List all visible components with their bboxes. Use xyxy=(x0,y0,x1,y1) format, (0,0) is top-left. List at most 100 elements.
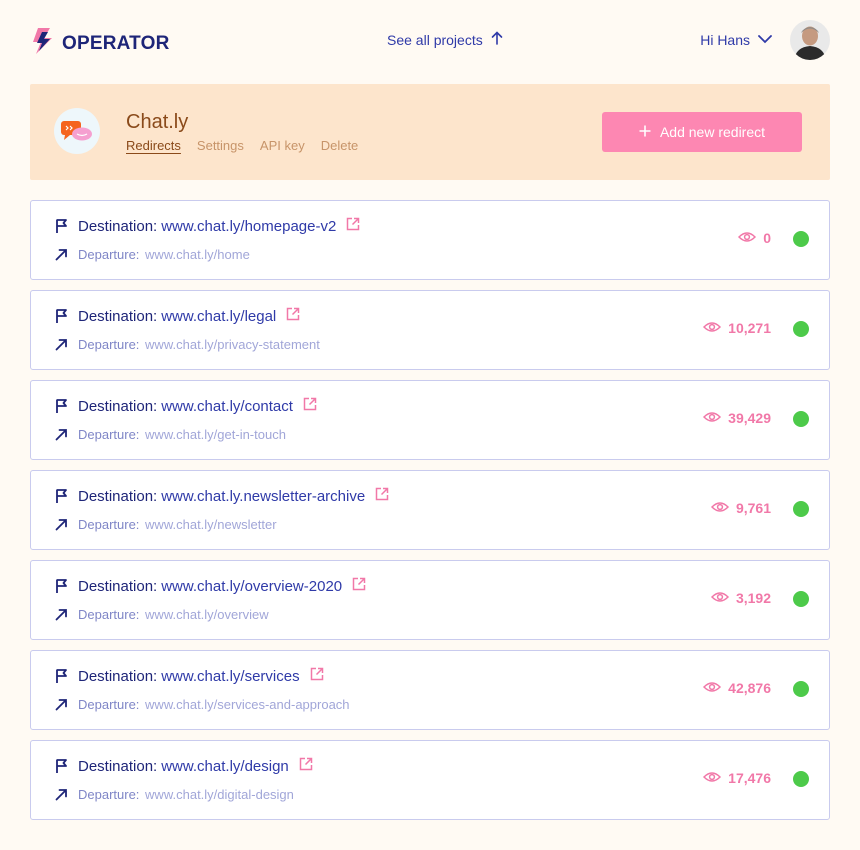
project-panel: Chat.ly Redirects Settings API key Delet… xyxy=(30,84,830,180)
view-count: 17,476 xyxy=(703,770,771,786)
add-new-redirect-label: Add new redirect xyxy=(659,124,766,140)
destination-label: Destination: xyxy=(78,217,158,235)
redirect-card[interactable]: Destination: www.chat.ly/homepage-v2 Dep… xyxy=(30,200,830,280)
departure-label: Departure: xyxy=(78,787,140,802)
external-link-icon[interactable] xyxy=(365,487,389,505)
departure-url: www.chat.ly/services-and-approach xyxy=(145,697,350,712)
brand-name: OPERATOR xyxy=(62,32,170,54)
arrow-up-icon xyxy=(491,31,503,48)
plus-icon xyxy=(639,124,651,140)
departure-url: www.chat.ly/privacy-statement xyxy=(145,337,320,352)
departure-url: www.chat.ly/newsletter xyxy=(145,517,277,532)
departure: Departure: www.chat.ly/digital-design xyxy=(78,787,294,802)
see-all-projects-label: See all projects xyxy=(387,31,483,48)
departure-label: Departure: xyxy=(78,607,140,622)
top-bar: OPERATOR See all projects Hi Hans xyxy=(30,18,830,62)
departure-label: Departure: xyxy=(78,697,140,712)
status-dot xyxy=(793,321,809,337)
destination-label: Destination: xyxy=(78,307,158,325)
status-dot xyxy=(793,771,809,787)
departure: Departure: www.chat.ly/overview xyxy=(78,607,269,622)
departure-url: www.chat.ly/get-in-touch xyxy=(145,427,286,442)
destination: Destination: www.chat.ly/legal xyxy=(78,307,300,325)
external-link-icon[interactable] xyxy=(336,217,360,235)
destination: Destination: www.chat.ly/contact xyxy=(78,397,317,415)
departure: Departure: www.chat.ly/services-and-appr… xyxy=(78,697,350,712)
status-dot xyxy=(793,231,809,247)
destination: Destination: www.chat.ly/homepage-v2 xyxy=(78,217,360,235)
destination: Destination: www.chat.ly/services xyxy=(78,667,324,685)
user-menu[interactable]: Hi Hans xyxy=(700,20,830,60)
redirect-card[interactable]: Destination: www.chat.ly/contact Departu… xyxy=(30,380,830,460)
status-dot xyxy=(793,591,809,607)
view-count-value: 39,429 xyxy=(728,410,771,426)
departure: Departure: www.chat.ly/get-in-touch xyxy=(78,427,286,442)
external-link-icon[interactable] xyxy=(276,307,300,325)
eye-icon xyxy=(703,680,722,696)
tab-redirects[interactable]: Redirects xyxy=(126,138,181,153)
destination: Destination: www.chat.ly/design xyxy=(78,757,313,775)
external-link-icon[interactable] xyxy=(300,667,324,685)
brand[interactable]: OPERATOR xyxy=(30,26,170,61)
external-link-icon[interactable] xyxy=(289,757,313,775)
eye-icon xyxy=(703,770,722,786)
status-dot xyxy=(793,501,809,517)
user-greeting[interactable]: Hi Hans xyxy=(700,32,750,48)
destination-url[interactable]: www.chat.ly/services xyxy=(161,668,299,685)
tab-delete[interactable]: Delete xyxy=(321,138,359,153)
view-count: 0 xyxy=(738,230,771,246)
view-count: 42,876 xyxy=(703,680,771,696)
view-count-value: 42,876 xyxy=(728,680,771,696)
destination-url[interactable]: www.chat.ly/legal xyxy=(161,308,276,325)
view-count: 39,429 xyxy=(703,410,771,426)
view-count-value: 10,271 xyxy=(728,320,771,336)
destination-url[interactable]: www.chat.ly.newsletter-archive xyxy=(161,488,365,505)
destination-url[interactable]: www.chat.ly/homepage-v2 xyxy=(161,218,336,235)
avatar[interactable] xyxy=(790,20,830,60)
departure-label: Departure: xyxy=(78,337,140,352)
destination: Destination: www.chat.ly/overview-2020 xyxy=(78,577,366,595)
tab-api-key[interactable]: API key xyxy=(260,138,305,153)
redirect-card[interactable]: Destination: www.chat.ly/overview-2020 D… xyxy=(30,560,830,640)
view-count-value: 17,476 xyxy=(728,770,771,786)
redirect-card[interactable]: Destination: www.chat.ly/legal Departure… xyxy=(30,290,830,370)
redirect-list: Destination: www.chat.ly/homepage-v2 Dep… xyxy=(30,200,830,830)
project-name: Chat.ly xyxy=(126,111,189,133)
external-link-icon[interactable] xyxy=(342,577,366,595)
add-new-redirect-button[interactable]: Add new redirect xyxy=(602,112,802,152)
destination-label: Destination: xyxy=(78,487,158,505)
departure-label: Departure: xyxy=(78,427,140,442)
destination-url[interactable]: www.chat.ly/design xyxy=(161,758,289,775)
redirect-card[interactable]: Destination: www.chat.ly/design Departur… xyxy=(30,740,830,820)
status-dot xyxy=(793,681,809,697)
departure-url: www.chat.ly/home xyxy=(145,247,250,262)
departure: Departure: www.chat.ly/privacy-statement xyxy=(78,337,320,352)
destination-label: Destination: xyxy=(78,397,158,415)
departure-url: www.chat.ly/overview xyxy=(145,607,269,622)
redirect-card[interactable]: Destination: www.chat.ly.newsletter-arch… xyxy=(30,470,830,550)
destination-label: Destination: xyxy=(78,577,158,595)
external-link-icon[interactable] xyxy=(293,397,317,415)
tab-settings[interactable]: Settings xyxy=(197,138,244,153)
chevron-down-icon[interactable] xyxy=(758,31,782,49)
see-all-projects-link[interactable]: See all projects xyxy=(387,31,503,48)
eye-icon xyxy=(710,500,730,516)
destination-label: Destination: xyxy=(78,667,158,685)
project-tabs: Redirects Settings API key Delete xyxy=(126,138,358,153)
eye-icon xyxy=(703,410,722,426)
departure-url: www.chat.ly/digital-design xyxy=(145,787,294,802)
view-count: 3,192 xyxy=(710,590,771,606)
status-dot xyxy=(793,411,809,427)
view-count-value: 9,761 xyxy=(735,500,771,516)
eye-icon xyxy=(710,590,730,606)
view-count: 9,761 xyxy=(710,500,771,516)
chat-bubbles-icon xyxy=(54,108,100,154)
destination-url[interactable]: www.chat.ly/overview-2020 xyxy=(161,578,342,595)
departure: Departure: www.chat.ly/home xyxy=(78,247,250,262)
destination-url[interactable]: www.chat.ly/contact xyxy=(161,398,293,415)
redirect-card[interactable]: Destination: www.chat.ly/services Depart… xyxy=(30,650,830,730)
view-count-value: 3,192 xyxy=(735,590,771,606)
departure: Departure: www.chat.ly/newsletter xyxy=(78,517,277,532)
eye-icon xyxy=(738,230,757,246)
view-count: 10,271 xyxy=(703,320,771,336)
